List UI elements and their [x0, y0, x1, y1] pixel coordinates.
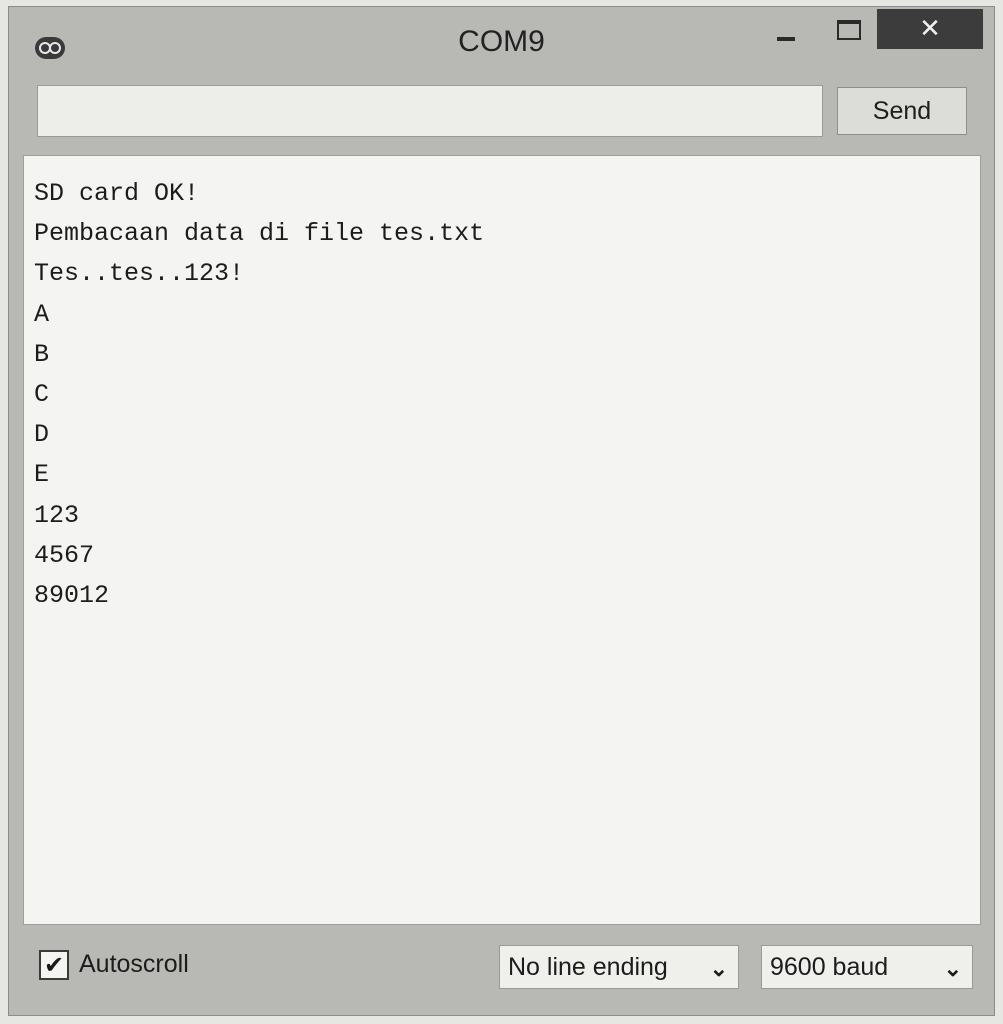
chevron-down-icon: ⌄ — [709, 956, 728, 981]
output-line: Pembacaan data di file tes.txt — [34, 219, 485, 249]
close-button[interactable]: ✕ — [877, 9, 983, 49]
baud-rate-value: 9600 baud — [770, 953, 889, 981]
output-line: 123 — [34, 500, 80, 530]
maximize-button[interactable] — [821, 9, 873, 49]
send-bar: Send — [9, 77, 994, 151]
output-line: B — [34, 339, 50, 369]
output-line: SD card OK! — [34, 179, 200, 208]
autoscroll-label[interactable]: Autoscroll — [79, 950, 189, 979]
checkmark-icon: ✔ — [43, 951, 65, 979]
line-ending-value: No line ending — [508, 953, 668, 981]
output-line: C — [34, 379, 50, 409]
output-line: 4567 — [34, 540, 95, 570]
chevron-down-icon: ⌄ — [943, 956, 962, 981]
output-line: 89012 — [34, 580, 110, 610]
output-line: Tes..tes..123! — [34, 259, 245, 289]
baud-rate-select[interactable]: 9600 baud ⌄ — [761, 945, 973, 989]
minimize-icon — [777, 37, 795, 41]
autoscroll-checkbox[interactable]: ✔ — [39, 950, 69, 980]
close-icon: ✕ — [919, 14, 941, 44]
status-bar: ✔ Autoscroll No line ending ⌄ 9600 baud … — [9, 925, 994, 1015]
serial-monitor-window: COM9 ✕ Send SD card OK! Pembacaan data d… — [8, 6, 995, 1016]
title-bar[interactable]: COM9 ✕ — [9, 7, 994, 77]
output-line: E — [34, 460, 50, 490]
serial-output[interactable]: SD card OK! Pembacaan data di file tes.t… — [23, 155, 981, 925]
maximize-icon — [837, 20, 861, 40]
send-button[interactable]: Send — [837, 87, 967, 135]
output-line: D — [34, 420, 50, 450]
line-ending-select[interactable]: No line ending ⌄ — [499, 945, 739, 989]
output-line: A — [34, 299, 50, 329]
serial-input[interactable] — [37, 85, 823, 137]
minimize-button[interactable] — [761, 9, 811, 49]
